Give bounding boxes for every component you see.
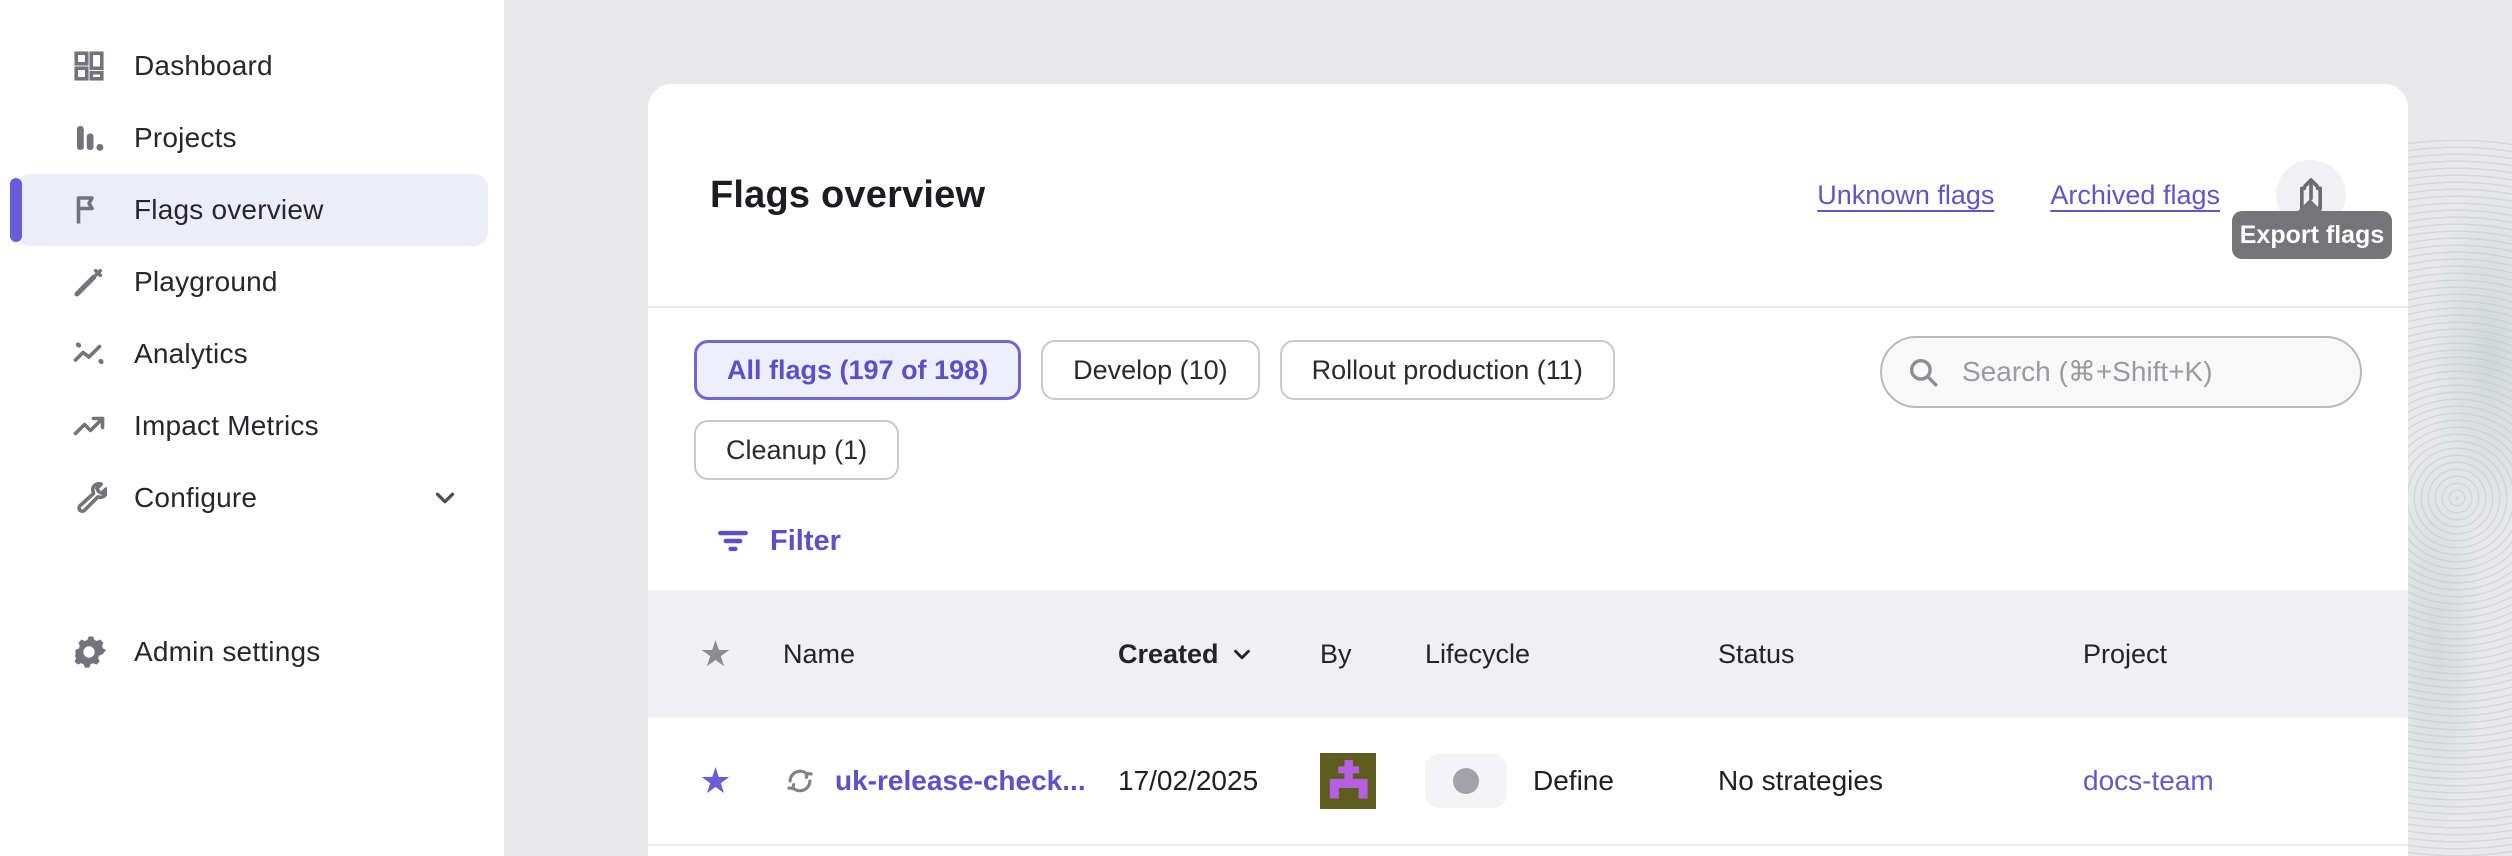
chip-all-flags[interactable]: All flags (197 of 198) (694, 340, 1021, 400)
flag-name-cell: uk-release-check... (783, 764, 1118, 798)
flag-name-link[interactable]: uk-release-check... (835, 765, 1086, 797)
main-area: Flags overview Unknown flags Archived fl… (504, 0, 2512, 856)
lifecycle-define-badge (1425, 754, 1507, 808)
gear-icon (70, 633, 108, 671)
chip-cleanup[interactable]: Cleanup (1) (694, 420, 899, 480)
sidebar-item-label: Impact Metrics (134, 410, 319, 442)
column-header-created-label: Created (1118, 639, 1219, 670)
project-cell: docs-team (2083, 765, 2408, 797)
search-input[interactable] (1880, 336, 2362, 408)
search-icon (1906, 355, 1940, 389)
sidebar-item-projects[interactable]: Projects (16, 102, 488, 174)
sidebar-nav: Dashboard Projects Flags overview Playgr… (0, 0, 504, 534)
export-flags-tooltip: Export flags (2232, 211, 2392, 259)
sidebar-footer: Admin settings (0, 616, 504, 688)
flags-overview-card: Flags overview Unknown flags Archived fl… (648, 84, 2408, 856)
lifecycle-dot-icon (1453, 768, 1479, 794)
sidebar-item-label: Dashboard (134, 50, 273, 82)
star-filled-icon: ★ (699, 763, 731, 799)
sidebar-item-playground[interactable]: Playground (16, 246, 488, 318)
unknown-flags-link[interactable]: Unknown flags (1817, 180, 1994, 211)
sidebar-item-label: Flags overview (134, 194, 324, 226)
sidebar-item-dashboard[interactable]: Dashboard (16, 30, 488, 102)
sidebar-item-label: Analytics (134, 338, 248, 370)
created-date: 17/02/2025 (1118, 765, 1320, 797)
sort-chevron-down-icon (1229, 641, 1255, 667)
search-box (1880, 336, 2362, 408)
analytics-icon (70, 335, 108, 373)
sidebar-item-label: Playground (134, 266, 278, 298)
chip-rollout-production[interactable]: Rollout production (11) (1280, 340, 1615, 400)
star-icon: ★ (699, 636, 731, 672)
projects-icon (70, 119, 108, 157)
favorite-column-header[interactable]: ★ (648, 636, 783, 672)
trending-up-icon (70, 407, 108, 445)
sidebar-item-configure[interactable]: Configure (16, 462, 488, 534)
column-header-by[interactable]: By (1320, 639, 1425, 670)
table-row: ★ uk-release-check... 17/02/2025 Define (648, 718, 2408, 846)
project-link[interactable]: docs-team (2083, 765, 2214, 796)
table-row: login-experiment... Experimental login..… (648, 846, 2408, 856)
lifecycle-label: Define (1533, 765, 1614, 797)
toolbar: All flags (197 of 198) Develop (10) Roll… (648, 308, 2408, 480)
dashboard-icon (70, 47, 108, 85)
filter-button[interactable]: Filter (648, 480, 868, 590)
sync-icon (783, 764, 817, 798)
filter-button-label: Filter (770, 525, 841, 558)
sidebar-item-impact-metrics[interactable]: Impact Metrics (16, 390, 488, 462)
app-root: Dashboard Projects Flags overview Playgr… (0, 0, 2512, 856)
chip-develop[interactable]: Develop (10) (1041, 340, 1260, 400)
lifecycle-cell[interactable]: Define (1425, 754, 1718, 808)
sidebar-item-label: Admin settings (134, 636, 320, 668)
flag-icon (70, 191, 108, 229)
sidebar-item-label: Projects (134, 122, 237, 154)
column-header-lifecycle[interactable]: Lifecycle (1425, 639, 1718, 670)
table-header: ★ Name Created By Lifecycle Status Proje… (648, 590, 2408, 718)
wand-icon (70, 263, 108, 301)
background-texture (2402, 140, 2512, 856)
favorite-toggle[interactable]: ★ (648, 763, 783, 799)
filter-lines-icon (714, 522, 752, 560)
column-header-project[interactable]: Project (2083, 639, 2408, 670)
chevron-down-icon (430, 483, 460, 513)
sidebar: Dashboard Projects Flags overview Playgr… (0, 0, 504, 856)
status-cell: No strategies (1718, 765, 2083, 797)
sidebar-item-admin-settings[interactable]: Admin settings (16, 616, 488, 688)
column-header-status[interactable]: Status (1718, 639, 2083, 670)
card-header: Flags overview Unknown flags Archived fl… (648, 84, 2408, 308)
avatar[interactable] (1320, 753, 1425, 809)
filter-chips: All flags (197 of 198) Develop (10) Roll… (694, 340, 1794, 480)
page-title: Flags overview (710, 174, 985, 217)
sidebar-item-analytics[interactable]: Analytics (16, 318, 488, 390)
archived-flags-link[interactable]: Archived flags (2050, 180, 2220, 211)
column-header-created[interactable]: Created (1118, 639, 1320, 670)
created-by-cell (1320, 753, 1425, 809)
sidebar-item-flags-overview[interactable]: Flags overview (16, 174, 488, 246)
column-header-name[interactable]: Name (783, 639, 1118, 670)
wrench-icon (70, 479, 108, 517)
sidebar-item-label: Configure (134, 482, 257, 514)
